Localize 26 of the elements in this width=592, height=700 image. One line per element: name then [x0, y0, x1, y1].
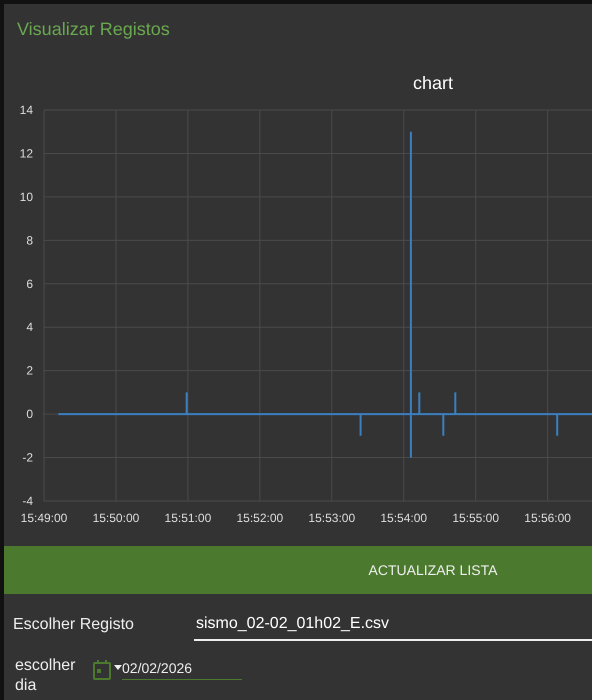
date-field[interactable]: 02/02/2026 — [122, 660, 242, 680]
x-tick-label: 15:50:00 — [92, 511, 140, 525]
y-tick-label: 14 — [20, 103, 33, 117]
y-tick-label: 10 — [20, 190, 33, 204]
x-tick-label: 15:51:00 — [164, 511, 212, 525]
refresh-list-button[interactable]: ACTUALIZAR LISTA — [4, 546, 592, 594]
x-tick-label: 15:54:00 — [380, 511, 428, 525]
x-tick-label: 15:53:00 — [308, 511, 356, 525]
field-label: escolher dia — [14, 656, 76, 696]
chart-title: chart — [412, 73, 454, 93]
y-tick-label: -4 — [22, 494, 33, 508]
y-tick-label: 12 — [20, 146, 33, 160]
x-tick-label: 15:52:00 — [236, 511, 284, 525]
y-tick-label: -2 — [22, 450, 33, 465]
field-label: Escolher Registo — [12, 616, 135, 634]
y-tick-label: 8 — [26, 233, 33, 248]
x-tick-label: 15:55:00 — [452, 511, 500, 525]
caret-icon[interactable] — [114, 665, 122, 670]
y-tick-label: 4 — [26, 320, 33, 334]
x-tick-label: 15:56:00 — [524, 511, 571, 525]
y-tick-label: 2 — [26, 364, 33, 378]
record-dropdown[interactable]: sismo_02-02_01h02_E.csv — [194, 609, 592, 641]
y-tick-label: 0 — [26, 407, 33, 422]
page-title: Visualizar Registos — [17, 18, 170, 40]
x-tick-label: 15:49:00 — [20, 511, 68, 525]
y-tick-label: 6 — [26, 276, 33, 291]
